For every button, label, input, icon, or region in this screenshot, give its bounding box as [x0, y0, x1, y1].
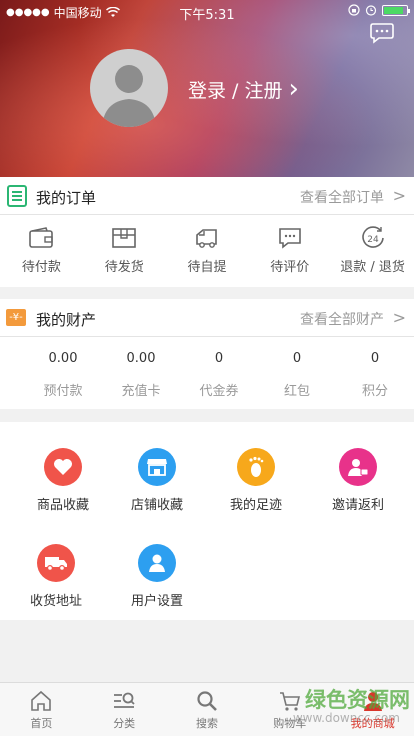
login-register-label: 登录 / 注册 — [188, 80, 283, 102]
orientation-lock-icon — [348, 4, 360, 16]
asset-red-packet[interactable]: 0 红包 — [258, 337, 336, 407]
category-icon — [114, 692, 135, 708]
order-status-label: 待付款 — [21, 260, 61, 275]
order-status-pending-pickup[interactable]: 待自提 — [166, 215, 249, 281]
battery-icon — [382, 4, 410, 16]
chevron-right-icon: › — [288, 74, 299, 104]
asset-label: 代金券 — [199, 384, 239, 399]
user-icon — [138, 544, 176, 582]
order-status-label: 待发货 — [104, 260, 144, 275]
order-status-label: 待评价 — [270, 260, 310, 275]
orders-section: 我的订单 查看全部订单 > 待付款 待发货 待自提 待评价 24 退款 / 退货 — [0, 177, 414, 287]
chevron-right-icon: > — [392, 186, 406, 205]
tab-label: 分类 — [113, 717, 136, 730]
shortcut-favorite-stores[interactable]: 店铺收藏 — [107, 448, 207, 513]
asset-value: 0 — [292, 351, 302, 366]
status-bar: ●●●●● 中国移动 下午5:31 — [0, 0, 414, 23]
chevron-right-icon: > — [392, 308, 406, 327]
order-status-pending-review[interactable]: 待评价 — [248, 215, 331, 281]
store-icon — [138, 448, 176, 486]
search-icon — [197, 691, 217, 711]
order-status-pending-payment[interactable]: 待付款 — [0, 215, 83, 281]
shortcut-delivery-address[interactable]: 收货地址 — [6, 544, 106, 609]
tab-label: 搜索 — [195, 717, 218, 730]
order-status-label: 退款 / 退货 — [340, 260, 405, 275]
asset-value: 0.00 — [48, 351, 78, 366]
asset-prepaid[interactable]: 0.00 预付款 — [24, 337, 102, 407]
order-status-pending-shipment[interactable]: 待发货 — [83, 215, 166, 281]
view-all-orders-link[interactable]: 查看全部订单 — [300, 187, 384, 207]
footprint-icon — [237, 448, 275, 486]
view-all-assets-link[interactable]: 查看全部财产 — [300, 309, 384, 329]
shortcut-label: 收货地址 — [29, 594, 82, 609]
order-status-refund[interactable]: 24 退款 / 退货 — [331, 215, 414, 281]
truck-icon — [196, 229, 217, 248]
avatar[interactable] — [90, 49, 168, 127]
assets-badge-icon: -¥- — [6, 309, 26, 326]
asset-recharge-card[interactable]: 0.00 充值卡 — [102, 337, 180, 407]
box-icon — [112, 228, 136, 248]
delivery-truck-icon — [37, 544, 75, 582]
shortcut-label: 邀请返利 — [331, 498, 384, 513]
message-icon[interactable] — [370, 22, 394, 44]
shortcut-user-settings[interactable]: 用户设置 — [107, 544, 207, 609]
asset-points[interactable]: 0 积分 — [336, 337, 414, 407]
shortcut-favorite-goods[interactable]: 商品收藏 — [13, 448, 113, 513]
invite-icon — [339, 448, 377, 486]
shortcut-label: 店铺收藏 — [130, 498, 183, 513]
default-avatar-icon — [102, 65, 156, 127]
asset-value: 0.00 — [126, 351, 156, 366]
shortcut-my-footprint[interactable]: 我的足迹 — [206, 448, 306, 513]
comment-icon — [278, 228, 301, 249]
orders-title: 我的订单 — [36, 189, 97, 207]
watermark-logo: 绿色资源网 — [305, 688, 410, 712]
shortcut-label: 我的足迹 — [229, 498, 282, 513]
assets-title: 我的财产 — [36, 311, 97, 329]
asset-label: 预付款 — [43, 384, 83, 399]
login-register-link[interactable]: 登录 / 注册 › — [188, 76, 299, 103]
asset-label: 积分 — [361, 384, 388, 399]
shortcut-invite-rebate[interactable]: 邀请返利 — [308, 448, 408, 513]
assets-section: -¥- 我的财产 查看全部财产 > 0.00 预付款 0.00 充值卡 0 代金… — [0, 299, 414, 409]
tab-search[interactable]: 搜索 — [166, 683, 249, 736]
tab-home[interactable]: 首页 — [0, 683, 83, 736]
asset-voucher[interactable]: 0 代金券 — [180, 337, 258, 407]
orders-header[interactable]: 我的订单 查看全部订单 > — [0, 177, 414, 215]
cart-icon — [279, 692, 300, 711]
home-icon — [31, 690, 52, 711]
refund-24-icon-label: 24 — [367, 235, 379, 245]
asset-label: 红包 — [283, 384, 310, 399]
asset-label: 充值卡 — [121, 384, 161, 399]
order-status-label: 待自提 — [187, 260, 227, 275]
shortcut-label: 商品收藏 — [36, 498, 89, 513]
refund-24-icon: 24 — [361, 226, 384, 248]
wallet-icon — [29, 227, 54, 248]
tab-category[interactable]: 分类 — [83, 683, 166, 736]
shortcut-grid: 商品收藏 店铺收藏 我的足迹 邀请返利 收货地址 用户设置 — [0, 422, 414, 620]
alarm-icon — [365, 5, 377, 16]
watermark-url: www.downcc.com — [292, 711, 400, 725]
shortcut-label: 用户设置 — [130, 594, 183, 609]
heart-icon — [44, 448, 82, 486]
assets-header[interactable]: -¥- 我的财产 查看全部财产 > — [0, 299, 414, 337]
asset-value: 0 — [214, 351, 224, 366]
asset-value: 0 — [370, 351, 380, 366]
orders-list-icon — [7, 185, 27, 207]
tab-label: 首页 — [30, 717, 53, 730]
